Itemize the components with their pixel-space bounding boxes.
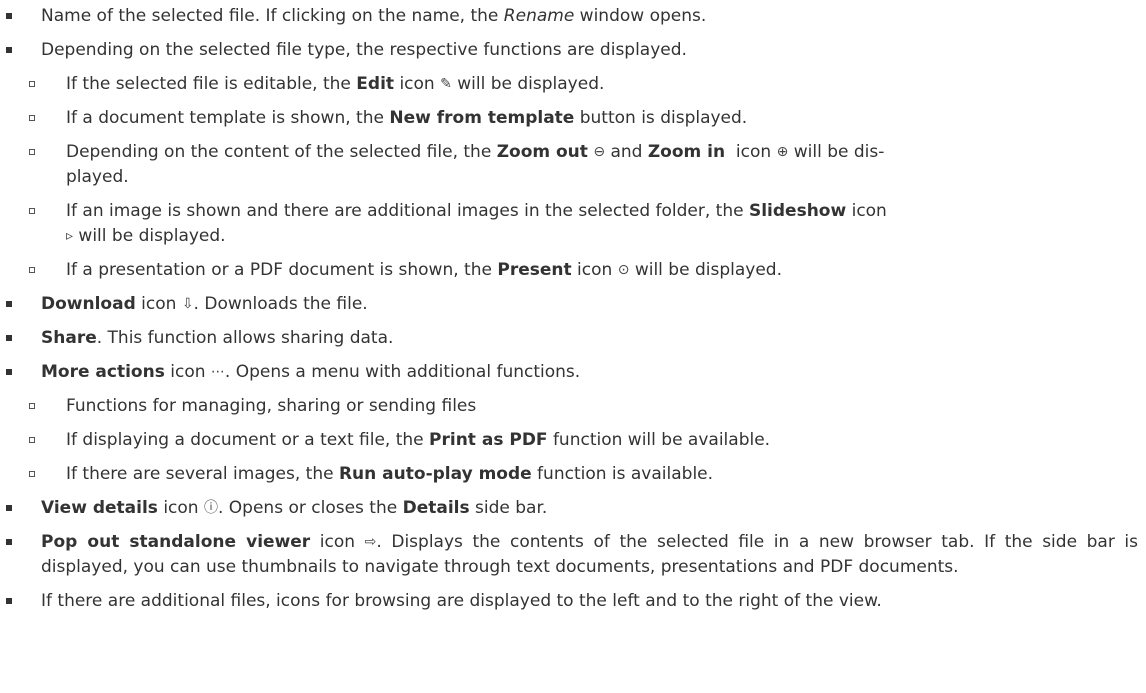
pencil-icon: ✎ — [440, 76, 452, 92]
zoom-in-icon: ⊕ — [776, 144, 789, 160]
sub-list-item: If displaying a document or a text file,… — [22, 428, 1146, 453]
bullet — [6, 369, 12, 375]
item-text: icon — [135, 294, 182, 314]
bullet — [6, 13, 12, 19]
ellipsis-icon: ⋯ — [210, 364, 225, 380]
item-text: If an image is shown and there are addit… — [66, 201, 749, 221]
bullet — [29, 403, 35, 409]
bullet — [6, 335, 12, 341]
item-text: function is available. — [531, 464, 714, 484]
bullet — [6, 301, 12, 307]
item-text: icon — [725, 142, 777, 162]
item-text: Depending on the content of the selected… — [66, 142, 497, 162]
item-text: If the selected file is editable, the — [66, 74, 357, 94]
zoom-out-term: Zoom out — [496, 142, 588, 162]
item-text: function will be available. — [547, 430, 771, 450]
rename-term: Rename — [503, 6, 575, 26]
item-text: side bar. — [469, 498, 548, 518]
list-item: Depending on the selected file type, the… — [0, 38, 1146, 283]
item-text: will be displayed. — [451, 74, 605, 94]
print-as-pdf-term: Print as PDF — [429, 430, 548, 450]
list-item: Name of the selected file. If clicking o… — [0, 4, 1146, 29]
sub-list: If the selected file is editable, the Ed… — [22, 72, 1146, 283]
list-item: Download icon ⇩. Downloads the file. — [0, 292, 1146, 317]
bullet — [6, 47, 12, 53]
item-text: played. — [66, 167, 129, 187]
item-text: . Downloads the file. — [193, 294, 368, 314]
item-text: will be displayed. — [73, 226, 226, 246]
bullet — [29, 437, 35, 443]
sub-list-item: Depending on the content of the selected… — [22, 140, 1146, 190]
bullet — [29, 208, 35, 214]
item-text: will be dis- — [788, 142, 885, 162]
item-text: icon — [394, 74, 441, 94]
list-item: Pop out standalone viewer icon ⇨. Displa… — [0, 530, 1146, 580]
bullet — [6, 598, 12, 604]
list-item: Share. This function allows sharing data… — [0, 326, 1146, 351]
item-text: icon — [157, 498, 204, 518]
item-text: If there are additional files, icons for… — [41, 591, 882, 611]
bullet — [6, 505, 12, 511]
run-auto-play-term: Run auto-play mode — [338, 464, 532, 484]
more-actions-term: More actions — [41, 362, 165, 382]
item-text: button is displayed. — [574, 108, 748, 128]
sub-list-item: If a document template is shown, the New… — [22, 106, 1146, 131]
download-icon: ⇩ — [181, 296, 194, 312]
sub-list-item: If an image is shown and there are addit… — [22, 199, 1146, 249]
item-text: . Opens or closes the — [217, 498, 403, 518]
sub-list-item: If a presentation or a PDF document is s… — [22, 258, 1146, 283]
item-text: If there are several images, the — [66, 464, 339, 484]
item-text: If a presentation or a PDF document is s… — [66, 260, 498, 280]
item-text: icon — [846, 201, 887, 221]
view-details-term: View details — [41, 498, 158, 518]
item-text: icon — [164, 362, 211, 382]
bullet — [29, 115, 35, 121]
pop-out-viewer-term: Pop out standalone viewer — [41, 532, 311, 552]
bullet — [29, 149, 35, 155]
sub-list-item: Functions for managing, sharing or sendi… — [22, 394, 1146, 419]
play-icon: ▹ — [66, 228, 74, 244]
new-from-template-term: New from template — [389, 108, 575, 128]
details-term: Details — [402, 498, 470, 518]
sub-list-item: If the selected file is editable, the Ed… — [22, 72, 1146, 97]
sub-list-item: If there are several images, the Run aut… — [22, 462, 1146, 487]
sub-list: Functions for managing, sharing or sendi… — [22, 394, 1146, 487]
pop-out-icon: ⇨ — [364, 534, 377, 550]
item-text: Depending on the selected file type, the… — [41, 40, 687, 60]
share-term: Share — [41, 328, 97, 348]
bullet — [6, 539, 12, 545]
item-text: Functions for managing, sharing or sendi… — [66, 396, 477, 416]
item-text: icon — [571, 260, 618, 280]
download-term: Download — [41, 294, 136, 314]
present-term: Present — [497, 260, 572, 280]
slideshow-term: Slideshow — [748, 201, 847, 221]
item-text: . Opens a menu with additional functions… — [224, 362, 581, 382]
item-text: and — [605, 142, 648, 162]
bullet — [29, 267, 35, 273]
list-item: If there are additional files, icons for… — [0, 589, 1146, 614]
item-text: icon — [310, 532, 365, 552]
item-text: If a document template is shown, the — [66, 108, 390, 128]
document-body: Name of the selected file. If clicking o… — [0, 0, 1146, 614]
zoom-in-term: Zoom in — [647, 142, 726, 162]
list-item: More actions icon ⋯. Opens a menu with a… — [0, 360, 1146, 487]
bullet — [29, 81, 35, 87]
item-text: Name of the selected file. If clicking o… — [41, 6, 504, 26]
edit-term: Edit — [356, 74, 395, 94]
zoom-out-icon: ⊖ — [593, 144, 606, 160]
feature-list: Name of the selected file. If clicking o… — [0, 4, 1146, 614]
item-text: will be displayed. — [629, 260, 782, 280]
list-item: View details icon ⓘ. Opens or closes the… — [0, 496, 1146, 521]
bullet — [29, 471, 35, 477]
item-text: . This function allows sharing data. — [96, 328, 394, 348]
item-text: window opens. — [574, 6, 707, 26]
info-icon: ⓘ — [203, 500, 218, 516]
item-text: If displaying a document or a text file,… — [66, 430, 430, 450]
present-icon: ⊙ — [617, 262, 630, 278]
